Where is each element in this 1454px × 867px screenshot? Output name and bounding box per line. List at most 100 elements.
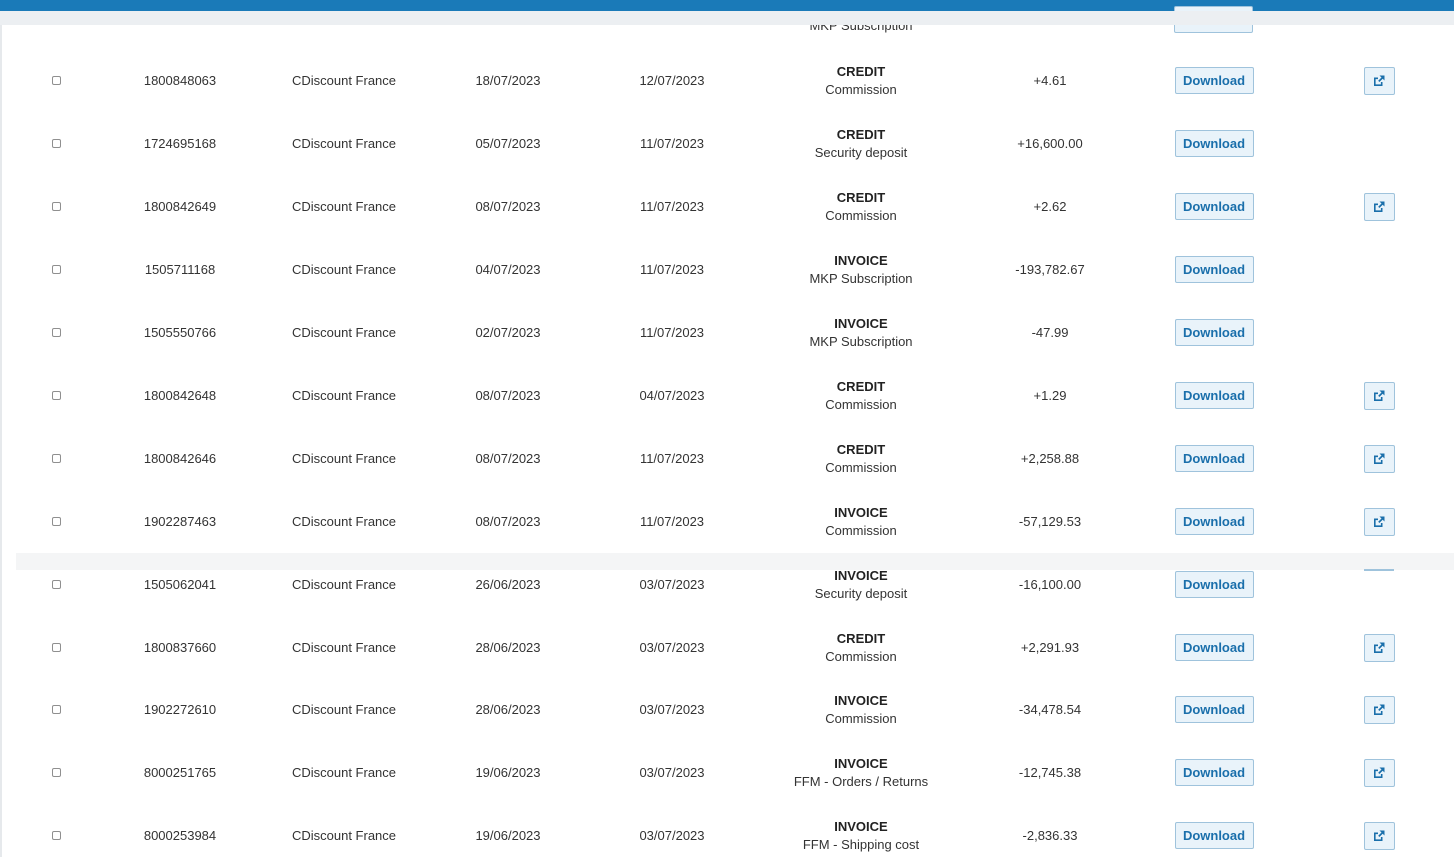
row-category: FFM - Orders / Returns [793,773,929,789]
document-number: 8000251765 [143,765,217,780]
amount: +16,600.00 [1017,136,1083,151]
document-date: 19/06/2023 [475,765,541,780]
download-button[interactable]: Download [1174,759,1254,786]
row-checkbox-cell [36,553,76,616]
download-button[interactable]: Download [1174,634,1254,661]
download-cell: Download [1154,49,1274,112]
table-row: 1902287463 CDiscount France 08/07/2023 11/0… [0,490,1454,553]
download-button[interactable]: Download [1174,256,1254,283]
row-checkbox[interactable] [51,768,61,777]
seller-name: CDiscount France [291,828,397,843]
open-link-button[interactable] [1363,758,1395,787]
open-link-button[interactable] [1363,66,1395,95]
row-checkbox[interactable] [51,139,61,148]
document-number: 1800842648 [143,388,217,403]
seller-name: CDiscount France [291,702,397,717]
header-strip [0,11,1454,25]
open-link-button[interactable] [1363,821,1395,850]
download-button[interactable]: Download [1174,508,1254,535]
amount: -12,745.38 [1018,765,1082,780]
download-button[interactable]: Download [1174,193,1254,220]
download-button[interactable]: Download [1174,696,1254,723]
link-cell [1344,741,1414,804]
row-checkbox-cell [36,427,76,490]
document-date: 28/06/2023 [475,702,541,717]
issue-date: 03/07/2023 [639,702,705,717]
open-link-button[interactable] [1363,381,1395,410]
download-button[interactable]: Download [1174,822,1254,849]
row-checkbox[interactable] [51,202,61,211]
download-cell: Download [1154,553,1274,616]
document-date: 26/06/2023 [475,577,541,592]
open-link-button[interactable] [1363,695,1395,724]
row-checkbox[interactable] [51,643,61,652]
download-cell: Download [1154,301,1274,364]
issue-date: 11/07/2023 [639,325,705,340]
table-row: 1800848063 CDiscount France 18/07/2023 12/0… [0,49,1454,112]
amount: -47.99 [1031,325,1069,340]
document-number: 1800842649 [143,199,217,214]
row-category: Commission [825,207,897,223]
row-category: Commission [825,522,897,538]
row-checkbox[interactable] [51,76,61,85]
document-date: 05/07/2023 [475,136,541,151]
download-button[interactable]: Download [1174,445,1254,472]
download-button[interactable]: Download [1174,130,1254,157]
download-cell: Download [1154,238,1274,301]
row-checkbox[interactable] [51,580,61,589]
row-category: Commission [825,648,897,664]
row-checkbox[interactable] [51,517,61,526]
issue-date: 03/07/2023 [639,577,705,592]
amount: -16,100.00 [1018,577,1082,592]
row-category: MKP Subscription [809,333,913,349]
download-cell: Download [1154,490,1274,553]
seller-name: CDiscount France [291,640,397,655]
link-cell [1344,490,1414,553]
seller-name: CDiscount France [291,73,397,88]
row-checkbox-cell [36,175,76,238]
table-row: 1505550766 CDiscount France 02/07/2023 11/0… [0,301,1454,364]
issue-date: 11/07/2023 [639,451,705,466]
document-number: 1505550766 [143,325,217,340]
seller-name: CDiscount France [291,388,397,403]
document-number: 1902287463 [143,514,217,529]
row-checkbox[interactable] [51,454,61,463]
download-cell: Download [1154,364,1274,427]
row-checkbox[interactable] [51,831,61,840]
download-button[interactable]: Download [1174,571,1254,598]
row-checkbox[interactable] [51,705,61,714]
row-checkbox-cell [36,112,76,175]
download-button[interactable]: Download [1174,382,1254,409]
row-checkbox[interactable] [51,328,61,337]
issue-date: 03/07/2023 [639,640,705,655]
open-link-button[interactable] [1363,507,1395,536]
document-number: 8000253984 [143,828,217,843]
document-number: 1800848063 [143,73,217,88]
open-link-button[interactable] [1363,192,1395,221]
download-button[interactable]: Download [1174,319,1254,346]
table-row: 1505711168 CDiscount France 04/07/2023 11/0… [0,238,1454,301]
table-row: 1505062041 CDiscount France 26/06/2023 03/0… [0,553,1454,616]
document-date: 18/07/2023 [475,73,541,88]
document-date: 19/06/2023 [475,828,541,843]
external-link-icon [1372,515,1386,529]
download-button[interactable]: Download [1174,67,1254,94]
external-link-icon [1372,200,1386,214]
document-date: 08/07/2023 [475,388,541,403]
row-checkbox[interactable] [51,391,61,400]
row-category: MKP Subscription [809,270,913,286]
document-type: CREDIT [836,63,886,79]
document-type-cell: INVOICE MKP Subscription [756,238,966,301]
row-checkbox[interactable] [51,265,61,274]
open-link-button[interactable] [1363,444,1395,473]
document-type: CREDIT [836,630,886,646]
row-category: Security deposit [814,585,908,601]
download-cell: Download [1154,112,1274,175]
row-checkbox-cell [36,301,76,364]
row-category: Commission [825,81,897,97]
document-type-cell: INVOICE FFM - Orders / Returns [756,741,966,804]
document-number: 1724695168 [143,136,217,151]
link-cell [1344,175,1414,238]
open-link-button[interactable] [1363,633,1395,662]
table-row: 1800837660 CDiscount France 28/06/2023 03/0… [0,616,1454,679]
